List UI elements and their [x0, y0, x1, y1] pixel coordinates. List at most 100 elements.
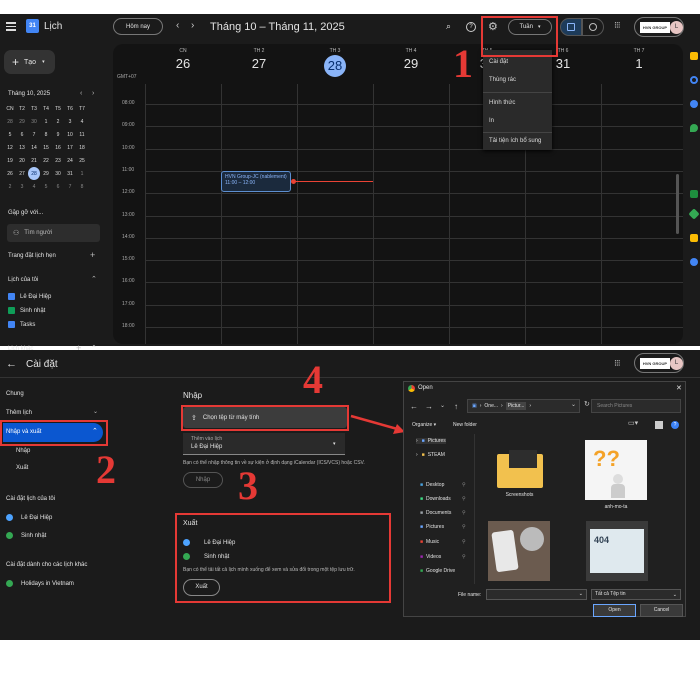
folder-tree-item[interactable]: ■ Downloads ⚲ — [420, 496, 466, 502]
addon-icon[interactable] — [690, 234, 698, 242]
collapse-icon[interactable]: ⌃ — [91, 275, 97, 283]
calendar-item[interactable]: Lê Đại Hiệp — [6, 514, 52, 532]
today-button[interactable]: Hôm nay — [113, 18, 163, 35]
calendar-event[interactable]: HVN Group-JC (nablement) 11:00 – 12:00 — [221, 171, 291, 192]
menu-item-addons[interactable]: Tải tiện ích bổ sung — [489, 138, 541, 144]
mini-day[interactable]: 17 — [64, 141, 76, 154]
folder-tree-item[interactable]: ■ Google Drive — [420, 568, 455, 574]
file-item[interactable] — [488, 521, 550, 581]
mini-calendar[interactable]: CN T2 T3 T4 T5 T6 T7 28 29 30 1 2 3 4 5 6 7 8 9 10 11 12 13 14… — [4, 102, 88, 193]
checkbox-icon[interactable] — [8, 321, 15, 328]
mini-day[interactable]: 2 — [52, 115, 64, 128]
mini-day[interactable]: 4 — [76, 115, 88, 128]
day-header[interactable]: TH 3 28 — [305, 48, 365, 77]
tasks-view-toggle[interactable] — [582, 18, 604, 36]
mini-day[interactable]: 10 — [64, 128, 76, 141]
menu-item-settings[interactable]: Cài đặt — [489, 59, 508, 65]
chevron-right-icon[interactable]: › — [416, 438, 418, 444]
mini-day[interactable]: 31 — [64, 167, 76, 180]
cancel-button[interactable]: Cancel — [640, 604, 683, 617]
search-people-input[interactable]: ⚇ Tìm người — [7, 224, 100, 242]
mini-day[interactable]: 5 — [40, 180, 52, 193]
address-bar[interactable]: ▣ › One... › Pictur... › — [467, 399, 580, 413]
keep-icon[interactable] — [690, 52, 698, 60]
new-folder-button[interactable]: New folder — [453, 422, 477, 428]
path-segment[interactable]: Pictur... — [505, 402, 527, 410]
menu-item-print[interactable]: In — [489, 118, 494, 124]
grid-scrollbar[interactable] — [676, 174, 679, 234]
mini-day[interactable]: 28 — [28, 167, 40, 180]
add-booking-icon[interactable]: + — [90, 250, 95, 260]
calendar-item[interactable]: Sinh nhật — [8, 307, 51, 321]
folder-tree-item[interactable]: ■ Music ⚲ — [420, 539, 466, 545]
evernote-icon[interactable] — [690, 190, 698, 198]
week-grid[interactable]: CN26TH 227TH 328TH 429TH 530TH 631TH 71 … — [113, 44, 683, 344]
mini-day[interactable]: 18 — [76, 141, 88, 154]
mini-day[interactable]: 5 — [4, 128, 16, 141]
folder-tree-item[interactable]: ■ Documents ⚲ — [420, 510, 466, 516]
next-week-icon[interactable]: › — [191, 20, 194, 31]
close-icon[interactable]: ✕ — [676, 384, 682, 392]
mini-day[interactable]: 26 — [4, 167, 16, 180]
folder-tree-item[interactable]: › ■ Pictures — [416, 438, 446, 444]
contacts-icon[interactable] — [690, 100, 698, 108]
back-icon[interactable]: ← — [410, 402, 418, 411]
chevron-right-icon[interactable]: › — [416, 452, 418, 458]
checkbox-icon[interactable] — [8, 293, 15, 300]
view-options-icon[interactable]: ▭▾ — [628, 419, 638, 427]
tasks-icon[interactable] — [690, 76, 698, 84]
back-arrow-icon[interactable]: ← — [6, 358, 17, 370]
calendar-view-toggle[interactable] — [560, 18, 582, 36]
nav-export[interactable]: Xuất — [16, 465, 28, 471]
mini-day[interactable]: 25 — [76, 154, 88, 167]
mini-day[interactable]: 7 — [64, 180, 76, 193]
menu-icon[interactable] — [6, 22, 16, 31]
mini-day[interactable]: 3 — [64, 115, 76, 128]
nav-general[interactable]: Chung — [6, 391, 24, 397]
mini-day[interactable]: 29 — [40, 167, 52, 180]
day-header[interactable]: CN 26 — [153, 48, 213, 71]
up-icon[interactable]: ↑ — [454, 402, 458, 411]
folder-tree-item[interactable]: ■ Pictures ⚲ — [420, 524, 466, 530]
mini-day[interactable]: 6 — [52, 180, 64, 193]
mini-day[interactable]: 19 — [4, 154, 16, 167]
day-header[interactable]: TH 4 29 — [381, 48, 441, 71]
file-item[interactable]: Screenshots — [492, 446, 547, 506]
recent-dropdown-icon[interactable]: ⌄ — [440, 402, 445, 409]
mini-day[interactable]: 30 — [52, 167, 64, 180]
calendar-item[interactable]: Tasks — [8, 321, 51, 335]
mini-day[interactable]: 23 — [52, 154, 64, 167]
apps-grid-icon[interactable]: ⁝⁝⁝ — [614, 358, 621, 369]
mini-day[interactable]: 20 — [16, 154, 28, 167]
mini-day[interactable]: 15 — [40, 141, 52, 154]
mini-day[interactable]: 29 — [16, 115, 28, 128]
file-type-select[interactable]: Tất cả Tệp tin ⌄ — [591, 589, 681, 600]
menu-item-appearance[interactable]: Hình thức — [489, 100, 515, 106]
checkbox-icon[interactable] — [8, 307, 15, 314]
organize-button[interactable]: Organize ▾ — [412, 422, 436, 428]
prev-week-icon[interactable]: ‹ — [176, 20, 179, 31]
folder-tree-item[interactable]: › ■ STEAM — [416, 452, 445, 458]
forward-icon[interactable]: → — [425, 402, 433, 411]
calendar-item[interactable]: Lê Đại Hiệp — [8, 293, 51, 307]
mini-prev-icon[interactable]: ‹ — [80, 90, 82, 97]
nav-add-calendar[interactable]: Thêm lịch — [6, 410, 32, 416]
file-name-input[interactable]: ⌄ — [486, 589, 587, 600]
folder-tree-item[interactable]: ■ Videos ⚲ — [420, 554, 466, 560]
mini-day[interactable]: 28 — [4, 115, 16, 128]
create-button[interactable]: + Tạo ▾ — [4, 50, 55, 74]
mini-day[interactable]: 4 — [28, 180, 40, 193]
help-icon[interactable]: ? — [671, 421, 679, 429]
folder-tree-item[interactable]: ■ Desktop ⚲ — [420, 482, 466, 488]
mini-day[interactable]: 1 — [76, 167, 88, 180]
mini-day[interactable]: 14 — [28, 141, 40, 154]
refresh-icon[interactable]: ↻ — [584, 400, 590, 408]
path-dropdown-icon[interactable]: ⌄ — [571, 401, 576, 408]
mini-day[interactable]: 8 — [40, 128, 52, 141]
mini-day[interactable]: 11 — [76, 128, 88, 141]
zoom-icon[interactable] — [690, 258, 698, 266]
mini-day[interactable]: 3 — [16, 180, 28, 193]
mini-day[interactable]: 16 — [52, 141, 64, 154]
open-button[interactable]: Open — [593, 604, 636, 617]
maps-icon[interactable] — [690, 124, 698, 132]
